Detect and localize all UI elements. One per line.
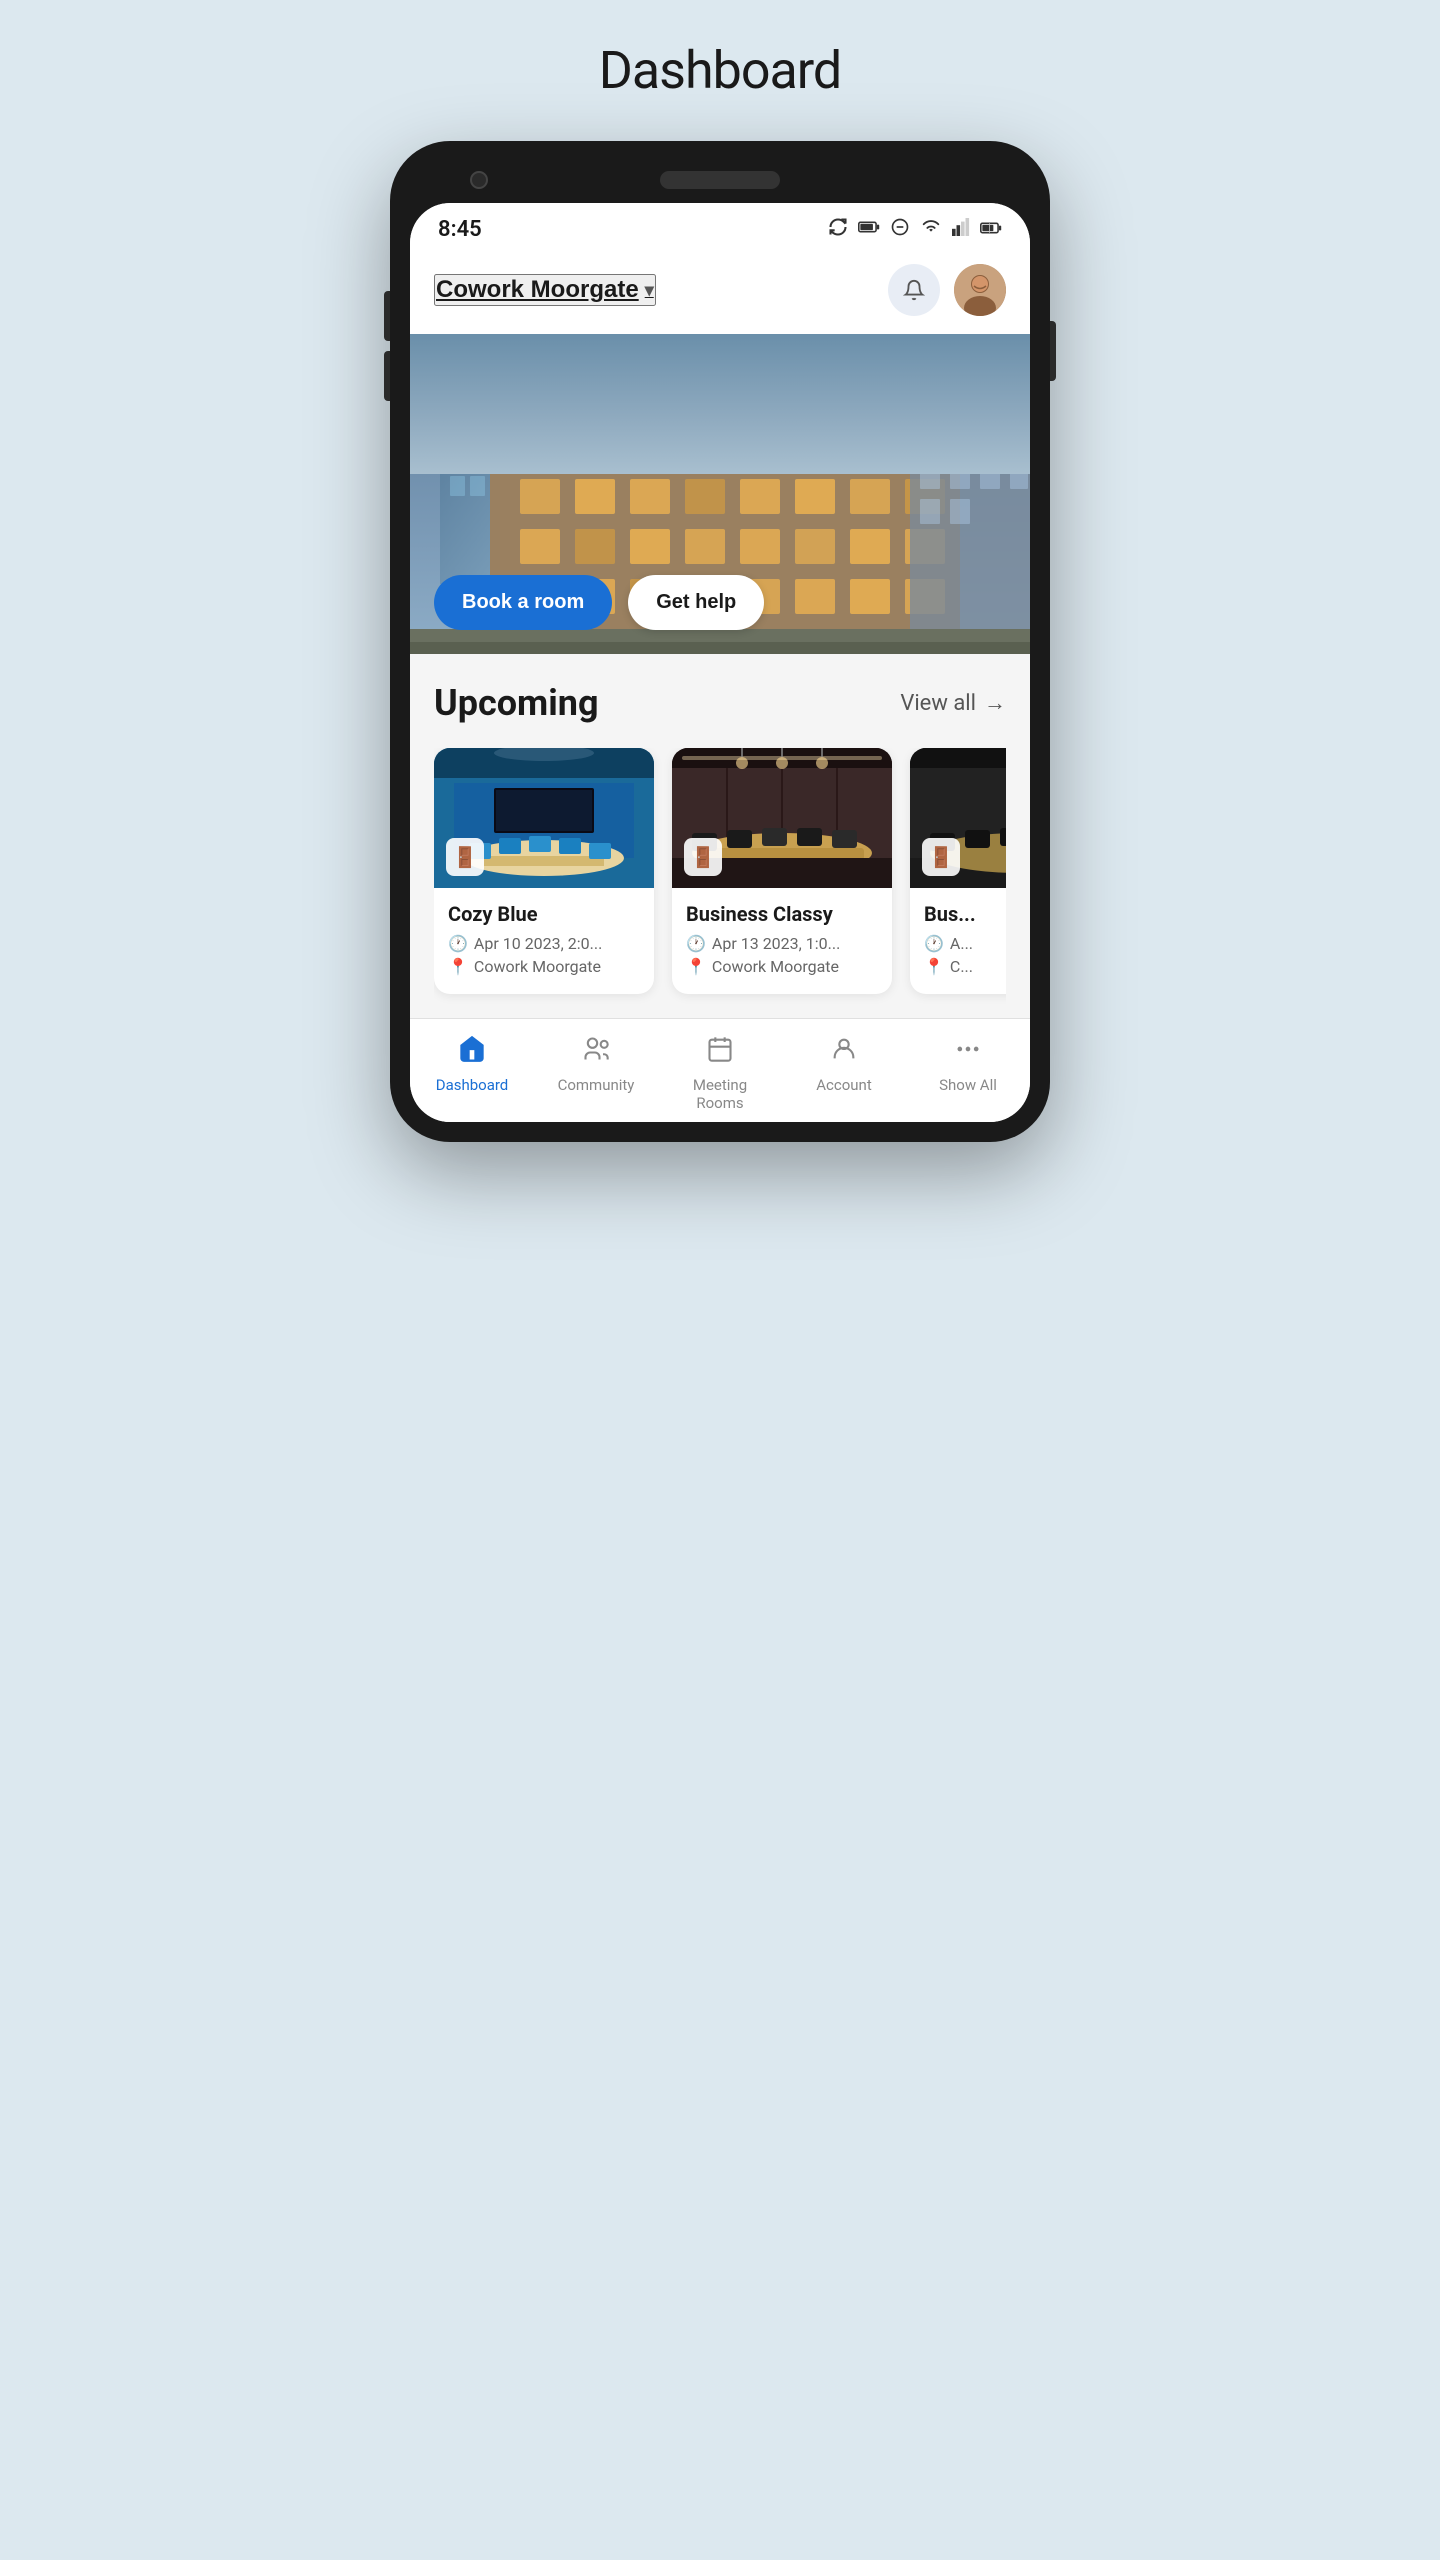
view-all-arrow-icon: → [984, 690, 1006, 716]
room-door-icon-2: 🚪 [684, 838, 722, 876]
avatar-image [954, 264, 1006, 316]
room-location-cozy-blue: 📍 Cowork Moorgate [448, 957, 640, 976]
main-content: Upcoming View all → [410, 654, 1030, 1018]
nav-label-account: Account [816, 1076, 872, 1094]
room-card-cozy-blue[interactable]: 🚪 Cozy Blue 🕐 Apr 10 2023, 2:0... 📍 Cowo… [434, 748, 654, 994]
user-avatar[interactable] [954, 264, 1006, 316]
location-pin-icon-2: 📍 [686, 957, 706, 976]
clock-icon-3: 🕐 [924, 934, 944, 953]
room-location-business-classy: 📍 Cowork Moorgate [686, 957, 878, 976]
room-card-body-third: Bus... 🕐 A... 📍 C... [910, 888, 1006, 994]
hero-buttons: Book a room Get help [434, 575, 764, 630]
sync-icon [828, 217, 848, 242]
room-date-text-business-classy: Apr 13 2023, 1:0... [712, 934, 840, 953]
room-name-business-classy: Business Classy [686, 902, 878, 926]
room-date-third: 🕐 A... [924, 934, 1006, 953]
room-name-cozy-blue: Cozy Blue [448, 902, 640, 926]
location-selector[interactable]: Cowork Moorgate ▾ [434, 274, 656, 306]
upcoming-section-header: Upcoming View all → [434, 682, 1006, 724]
book-room-button[interactable]: Book a room [434, 575, 612, 630]
upcoming-title: Upcoming [434, 682, 599, 724]
get-help-button[interactable]: Get help [628, 575, 764, 630]
room-date-text-cozy-blue: Apr 10 2023, 2:0... [474, 934, 602, 953]
nav-label-meeting-rooms: MeetingRooms [693, 1076, 747, 1112]
room-location-third: 📍 C... [924, 957, 1006, 976]
nav-item-account[interactable]: Account [782, 1035, 906, 1112]
room-card-business-classy[interactable]: 🚪 Business Classy 🕐 Apr 13 2023, 1:0... … [672, 748, 892, 994]
status-bar: 8:45 [410, 203, 1030, 250]
room-door-icon: 🚪 [446, 838, 484, 876]
room-name-third: Bus... [924, 902, 1006, 926]
room-card-third[interactable]: 🚪 Bus... 🕐 A... 📍 C... [910, 748, 1006, 994]
nav-item-meeting-rooms[interactable]: MeetingRooms [658, 1035, 782, 1112]
phone-screen: 8:45 [410, 203, 1030, 1122]
location-pin-icon-3: 📍 [924, 957, 944, 976]
clock-icon: 🕐 [448, 934, 468, 953]
home-icon [458, 1035, 486, 1070]
do-not-disturb-icon [890, 217, 910, 242]
room-image-cozy-blue: 🚪 [434, 748, 654, 888]
room-location-text-third: C... [950, 957, 973, 976]
room-image-business-classy: 🚪 [672, 748, 892, 888]
location-name: Cowork Moorgate [436, 276, 639, 304]
phone-frame: 8:45 [390, 141, 1050, 1142]
room-card-body-business-classy: Business Classy 🕐 Apr 13 2023, 1:0... 📍 … [672, 888, 892, 994]
signal-icon [952, 218, 970, 241]
room-date-text-third: A... [950, 934, 973, 953]
location-pin-icon: 📍 [448, 957, 468, 976]
nav-item-dashboard[interactable]: Dashboard [410, 1035, 534, 1112]
account-icon [830, 1035, 858, 1070]
bottom-navigation: Dashboard Community [410, 1018, 1030, 1122]
hero-image: Book a room Get help [410, 334, 1030, 654]
nav-label-show-all: Show All [939, 1076, 997, 1094]
chevron-down-icon: ▾ [645, 280, 654, 301]
status-icons [828, 217, 1002, 242]
community-icon [582, 1035, 610, 1070]
header-actions [888, 264, 1006, 316]
rooms-scroll-container: 🚪 Cozy Blue 🕐 Apr 10 2023, 2:0... 📍 Cowo… [434, 748, 1006, 1018]
room-date-cozy-blue: 🕐 Apr 10 2023, 2:0... [448, 934, 640, 953]
status-time: 8:45 [438, 217, 482, 242]
view-all-label: View all [900, 691, 976, 716]
more-dots-icon [954, 1035, 982, 1070]
volume-down-button [384, 351, 390, 401]
phone-speaker [660, 171, 780, 189]
calendar-icon [706, 1035, 734, 1070]
app-header: Cowork Moorgate ▾ [410, 250, 1030, 334]
phone-top-bar [410, 161, 1030, 203]
room-location-text-business-classy: Cowork Moorgate [712, 957, 839, 976]
room-location-text-cozy-blue: Cowork Moorgate [474, 957, 601, 976]
battery-icon [858, 219, 880, 240]
view-all-button[interactable]: View all → [900, 690, 1006, 716]
room-image-third: 🚪 [910, 748, 1006, 888]
nav-item-community[interactable]: Community [534, 1035, 658, 1112]
clock-icon-2: 🕐 [686, 934, 706, 953]
battery-level-icon [980, 219, 1002, 240]
power-button [1050, 321, 1056, 381]
phone-camera [470, 171, 488, 189]
nav-label-dashboard: Dashboard [436, 1076, 509, 1094]
nav-label-community: Community [558, 1076, 635, 1094]
room-card-body-cozy-blue: Cozy Blue 🕐 Apr 10 2023, 2:0... 📍 Cowork… [434, 888, 654, 994]
room-door-icon-3: 🚪 [922, 838, 960, 876]
room-date-business-classy: 🕐 Apr 13 2023, 1:0... [686, 934, 878, 953]
nav-item-show-all[interactable]: Show All [906, 1035, 1030, 1112]
volume-up-button [384, 291, 390, 341]
wifi-icon [920, 218, 942, 241]
page-title: Dashboard [599, 40, 842, 101]
notification-button[interactable] [888, 264, 940, 316]
hero-sky [410, 334, 1030, 474]
